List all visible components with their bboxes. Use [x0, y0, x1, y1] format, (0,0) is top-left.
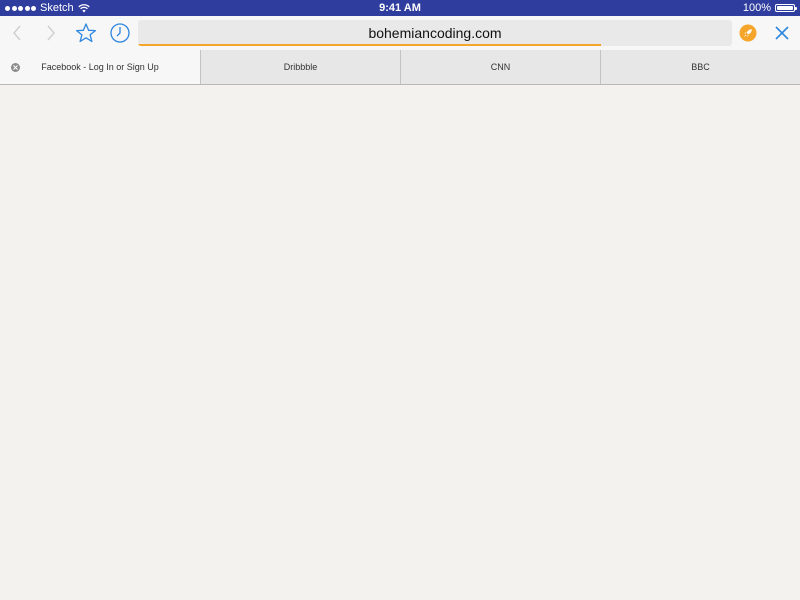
tab-label: Facebook - Log In or Sign Up — [41, 62, 159, 72]
tab-dribbble[interactable]: Dribbble — [200, 50, 400, 84]
tab-bbc[interactable]: BBC — [600, 50, 800, 84]
tab-label: BBC — [691, 62, 710, 72]
bookmarks-button[interactable] — [71, 16, 101, 50]
rocket-icon — [739, 24, 757, 42]
tab-close-button[interactable] — [11, 63, 20, 72]
tab-label: CNN — [490, 62, 511, 72]
back-button[interactable] — [2, 16, 32, 50]
status-bar: Sketch 9:41 AM 100% — [0, 0, 800, 16]
rocket-button[interactable] — [733, 16, 763, 50]
status-time: 9:41 AM — [379, 2, 421, 14]
status-right: 100% — [742, 0, 797, 16]
tab-bar: Facebook - Log In or Sign Up Dribbble CN… — [0, 50, 800, 85]
forward-button[interactable] — [36, 16, 66, 50]
close-button[interactable] — [767, 16, 797, 50]
battery-percent: 100% — [742, 2, 771, 14]
tab-facebook[interactable]: Facebook - Log In or Sign Up — [0, 50, 200, 84]
back-icon — [13, 25, 21, 41]
browser-toolbar: bohemiancoding.com — [0, 16, 800, 50]
clock-icon — [110, 23, 130, 43]
address-bar[interactable]: bohemiancoding.com — [138, 20, 732, 46]
battery-icon — [775, 4, 797, 12]
address-bar-url: bohemiancoding.com — [368, 25, 502, 41]
close-icon — [775, 26, 789, 40]
page-load-progress — [138, 44, 602, 46]
history-button[interactable] — [105, 16, 135, 50]
battery-fill — [777, 6, 793, 10]
tab-cnn[interactable]: CNN — [400, 50, 600, 84]
star-icon — [75, 23, 97, 43]
tab-label: Dribbble — [283, 62, 318, 72]
forward-icon — [47, 25, 55, 41]
close-icon — [13, 65, 18, 70]
web-page-content — [0, 85, 800, 600]
